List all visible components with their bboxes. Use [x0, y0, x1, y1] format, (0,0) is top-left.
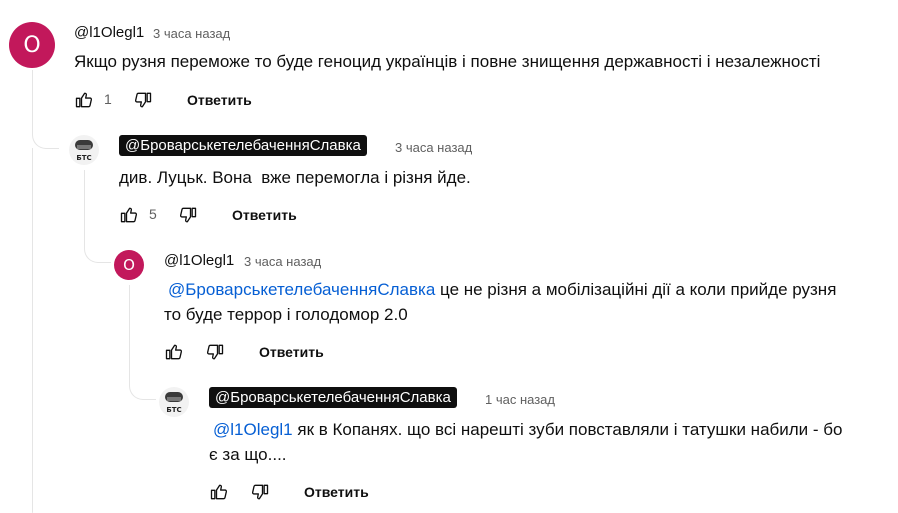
- comment-text: @БроварськетелебаченняСлавка це не різня…: [164, 277, 894, 327]
- thumbs-up-icon: [210, 484, 228, 500]
- dislike-button[interactable]: [248, 480, 272, 504]
- comment-author[interactable]: @l1Olegl1: [164, 252, 234, 269]
- reply-button[interactable]: Ответить: [304, 484, 369, 500]
- comment-text: див. Луцьк. Вона вже перемогла і різня й…: [119, 168, 471, 187]
- comment-text: Якщо рузня переможе то буде геноцид укра…: [74, 52, 821, 71]
- like-button[interactable]: [207, 480, 231, 504]
- comment-time[interactable]: 3 часа назад: [395, 140, 472, 155]
- thread-line: [84, 170, 111, 263]
- comment-text-line: є за що....: [209, 445, 287, 464]
- avatar-image: БТС: [159, 387, 189, 417]
- comment-text-line: то буде террор і голодомор 2.0: [164, 305, 408, 324]
- svg-text:БТС: БТС: [166, 406, 181, 414]
- mention-link[interactable]: @l1Olegl1: [213, 420, 293, 439]
- like-button[interactable]: [72, 88, 96, 112]
- dislike-button[interactable]: [203, 340, 227, 364]
- thumbs-down-icon: [134, 92, 152, 108]
- thumbs-up-icon: [120, 207, 138, 223]
- comment-time[interactable]: 3 часа назад: [244, 254, 321, 269]
- comment-time[interactable]: 1 час назад: [485, 392, 555, 407]
- avatar-letter: О: [123, 256, 135, 274]
- thumbs-up-icon: [75, 92, 93, 108]
- comment-author[interactable]: @l1Olegl1: [74, 24, 144, 41]
- avatar-image: БТС: [69, 135, 99, 165]
- thread-line: [32, 70, 59, 149]
- like-count: 1: [104, 91, 112, 107]
- thread-line: [32, 148, 33, 513]
- comment-time[interactable]: 3 часа назад: [153, 26, 230, 41]
- comment-text-line: це не різня а мобілізаційні дії а коли п…: [435, 280, 837, 299]
- thumbs-down-icon: [251, 484, 269, 500]
- dislike-button[interactable]: [131, 88, 155, 112]
- like-button[interactable]: [162, 340, 186, 364]
- reply-button[interactable]: Ответить: [259, 344, 324, 360]
- avatar[interactable]: О: [114, 250, 144, 280]
- thread-line: [129, 285, 156, 400]
- like-button[interactable]: [117, 203, 141, 227]
- avatar[interactable]: БТС: [159, 387, 189, 417]
- reply-button[interactable]: Ответить: [232, 207, 297, 223]
- dislike-button[interactable]: [176, 203, 200, 227]
- thumbs-up-icon: [165, 344, 183, 360]
- mention-link[interactable]: @БроварськетелебаченняСлавка: [168, 280, 435, 299]
- comment-text: @l1Olegl1 як в Копанях. що всі нарешті з…: [209, 417, 894, 467]
- svg-text:БТС: БТС: [76, 154, 91, 162]
- avatar-letter: О: [23, 32, 41, 58]
- avatar[interactable]: О: [9, 22, 55, 68]
- comment-author[interactable]: @БроварськетелебаченняСлавка: [209, 387, 457, 408]
- thumbs-down-icon: [206, 344, 224, 360]
- comment-author[interactable]: @БроварськетелебаченняСлавка: [119, 135, 367, 156]
- thumbs-down-icon: [179, 207, 197, 223]
- reply-button[interactable]: Ответить: [187, 92, 252, 108]
- avatar[interactable]: БТС: [69, 135, 99, 165]
- like-count: 5: [149, 206, 157, 222]
- comment-text-line: як в Копанях. що всі нарешті зуби повста…: [292, 420, 843, 439]
